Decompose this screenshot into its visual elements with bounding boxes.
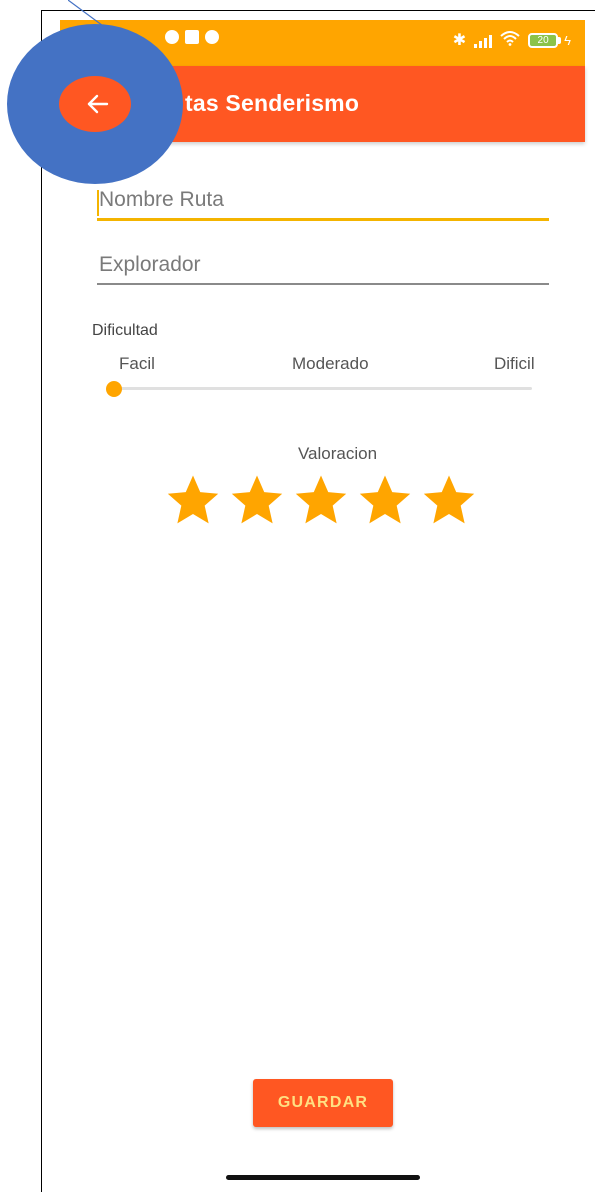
- star-icon[interactable]: [229, 472, 285, 528]
- rating-stars[interactable]: [165, 472, 477, 528]
- star-icon[interactable]: [421, 472, 477, 528]
- arrow-left-icon: [87, 94, 109, 114]
- star-icon[interactable]: [165, 472, 221, 528]
- notification-icon: [165, 30, 179, 44]
- battery-level: 20: [528, 33, 559, 48]
- notification-icon: [185, 30, 199, 44]
- system-icons: ✱ 20 ϟ: [453, 30, 571, 51]
- text-cursor: [97, 190, 99, 216]
- route-name-input[interactable]: [97, 188, 549, 218]
- explorer-underline: [97, 283, 549, 285]
- star-icon[interactable]: [357, 472, 413, 528]
- tick-dificil: Dificil: [494, 354, 535, 373]
- notification-icons: [165, 30, 219, 44]
- difficulty-slider-track[interactable]: [114, 387, 532, 390]
- frame-border-top: [41, 10, 595, 11]
- charging-icon: ϟ: [564, 33, 571, 48]
- route-name-underline: [97, 218, 549, 221]
- notification-icon: [205, 30, 219, 44]
- route-name-field[interactable]: [97, 188, 549, 221]
- battery-icon: 20 ϟ: [528, 33, 571, 48]
- star-icon[interactable]: [293, 472, 349, 528]
- home-indicator[interactable]: [226, 1175, 420, 1180]
- page-title: tas Senderismo: [185, 90, 360, 116]
- rating-label: Valoracion: [297, 444, 378, 463]
- bluetooth-icon: ✱: [452, 31, 467, 49]
- tick-moderado: Moderado: [292, 354, 369, 373]
- back-button[interactable]: [80, 86, 116, 122]
- difficulty-label: Dificultad: [92, 322, 158, 339]
- signal-icon: [474, 34, 493, 48]
- wifi-icon: [500, 30, 520, 51]
- tick-facil: Facil: [119, 354, 155, 373]
- difficulty-slider-thumb[interactable]: [106, 381, 122, 397]
- explorer-input[interactable]: [97, 253, 549, 283]
- frame-border-left: [41, 10, 42, 1192]
- explorer-field[interactable]: [97, 253, 549, 285]
- save-button[interactable]: GUARDAR: [253, 1079, 393, 1127]
